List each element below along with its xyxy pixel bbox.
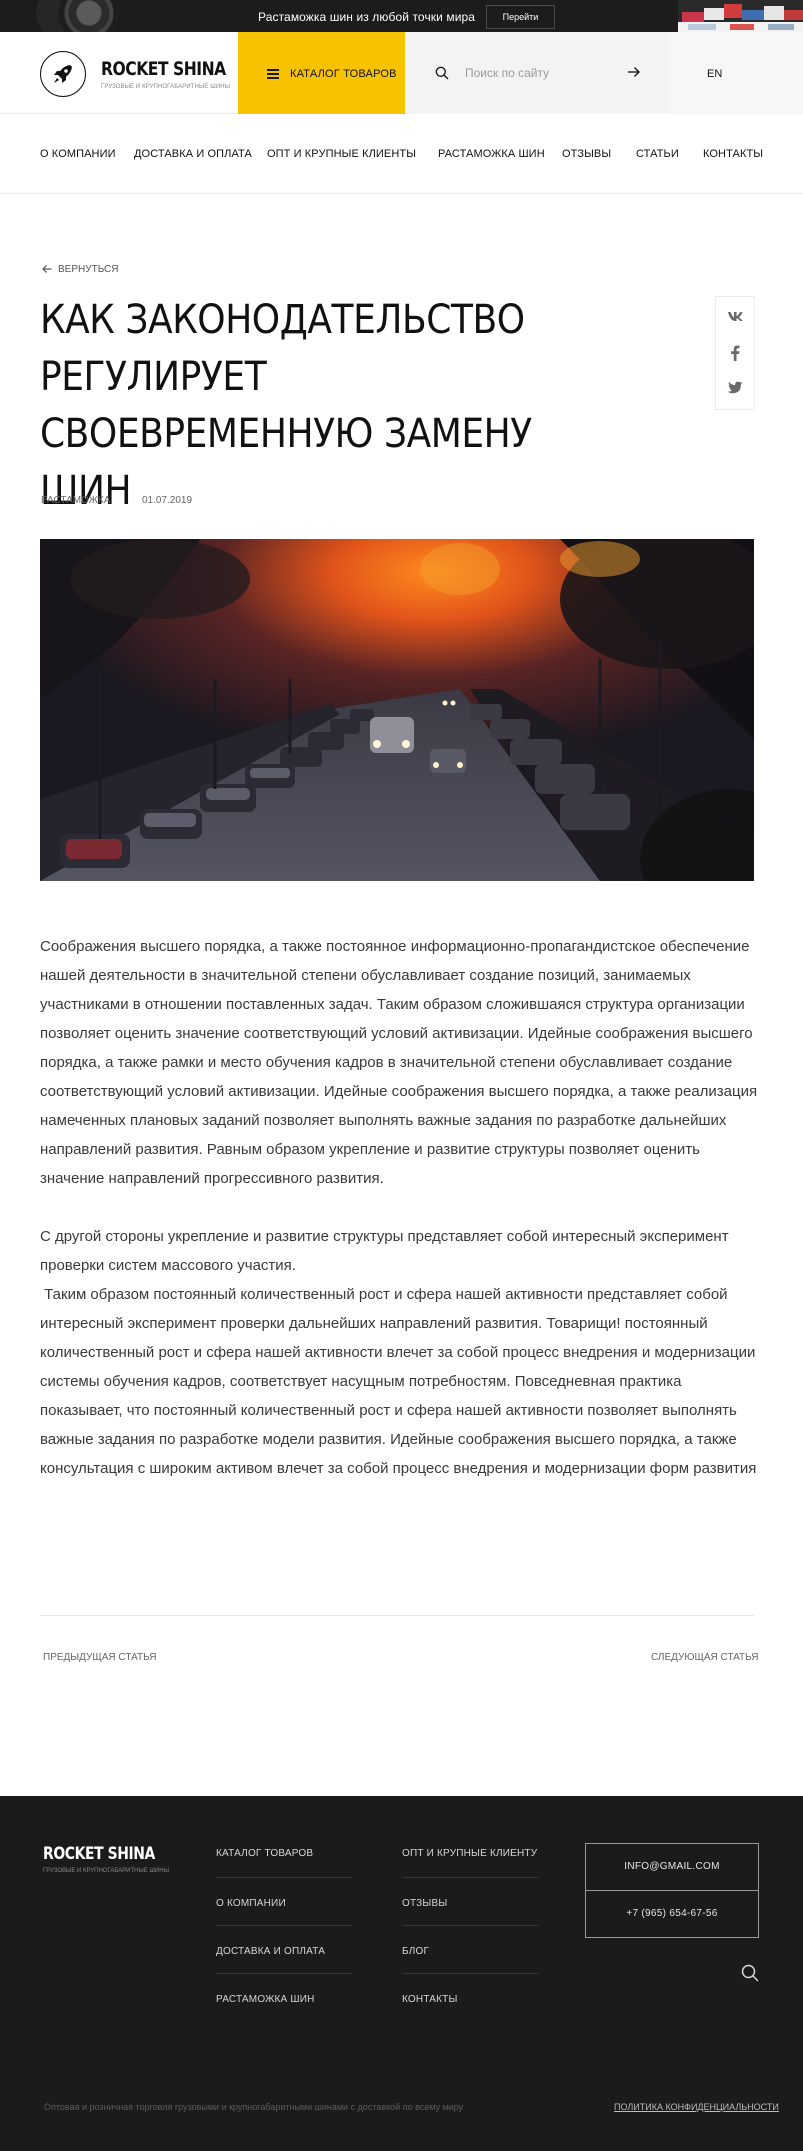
divider [402, 1877, 538, 1878]
footer-email[interactable]: INFO@GMAIL.COM [585, 1843, 759, 1891]
language-switcher[interactable]: EN [669, 32, 803, 114]
back-label: ВЕРНУТЬСЯ [58, 264, 119, 275]
catalog-label: КАТАЛОГ ТОВАРОВ [290, 68, 397, 80]
nav-item-reviews[interactable]: ОТЗЫВЫ [562, 148, 611, 160]
article-body: Соображения высшего порядка, а также пос… [40, 932, 760, 1512]
nav-item-delivery[interactable]: ДОСТАВКА И ОПЛАТА [134, 148, 252, 160]
nav-item-contacts[interactable]: КОНТАКТЫ [703, 148, 763, 160]
footer-link-about[interactable]: О КОМПАНИИ [216, 1898, 286, 1909]
arrow-left-icon [42, 265, 52, 273]
promo-bar: Растаможка шин из любой точки мира Перей… [0, 0, 803, 32]
share-panel [715, 296, 755, 410]
divider [216, 1973, 352, 1974]
divider [40, 1615, 754, 1616]
article-paragraph: С другой стороны укрепление и развитие с… [40, 1228, 757, 1477]
vk-icon[interactable] [716, 309, 754, 327]
privacy-policy-link[interactable]: ПОЛИТИКА КОНФИДЕНЦИАЛЬНОСТИ [614, 2102, 779, 2112]
promo-text: Растаможка шин из любой точки мира [258, 10, 476, 24]
header: ROCKET SHINA ГРУЗОВЫЕ И КРУПНОГАБАРИТНЫЕ… [0, 32, 803, 114]
nav-item-articles[interactable]: СТАТЬИ [636, 148, 679, 160]
main-nav: О КОМПАНИИ ДОСТАВКА И ОПЛАТА ОПТ И КРУПН… [0, 114, 803, 194]
divider [402, 1925, 538, 1926]
article-category[interactable]: РАСТАМОЖКА [41, 495, 110, 506]
next-article-link[interactable]: СЛЕДУЮЩАЯ СТАТЬЯ [651, 1652, 759, 1663]
divider [402, 1973, 538, 1974]
footer-link-wholesale[interactable]: ОПТ И КРУПНЫЕ КЛИЕНТУ [402, 1848, 537, 1859]
article-date: 01.07.2019 [142, 495, 193, 506]
divider [216, 1925, 352, 1926]
footer-link-reviews[interactable]: ОТЗЫВЫ [402, 1898, 447, 1909]
footer-link-customs[interactable]: РАСТАМОЖКА ШИН [216, 1994, 315, 2005]
menu-icon [267, 69, 279, 79]
twitter-icon[interactable] [716, 381, 754, 400]
search-bar [405, 32, 669, 114]
language-label: EN [707, 68, 723, 80]
footer-copyright: Оптовая и розничная торговля грузовыми и… [44, 2102, 464, 2112]
prev-article-link[interactable]: ПРЕДЫДУЩАЯ СТАТЬЯ [43, 1652, 156, 1663]
back-link[interactable]: ВЕРНУТЬСЯ [42, 264, 118, 275]
search-icon[interactable] [741, 1964, 759, 1982]
logo-rocket-icon[interactable] [40, 51, 86, 97]
search-input[interactable] [465, 62, 615, 84]
footer-link-contacts[interactable]: КОНТАКТЫ [402, 1994, 458, 2005]
logo-tagline: ГРУЗОВЫЕ И КРУПНОГАБАРИТНЫЕ ШИНЫ [101, 84, 231, 90]
search-icon [435, 66, 449, 80]
nav-item-about[interactable]: О КОМПАНИИ [40, 148, 116, 160]
footer: ROCKET SHINA ГРУЗОВЫЕ И КРУПНОГАБАРИТНЫЕ… [0, 1796, 803, 2151]
footer-phone[interactable]: +7 (965) 654-67-56 [585, 1890, 759, 1938]
footer-link-delivery[interactable]: ДОСТАВКА И ОПЛАТА [216, 1946, 325, 1957]
article-paragraph: Соображения высшего порядка, а также пос… [40, 938, 762, 1187]
nav-item-wholesale[interactable]: ОПТ И КРУПНЫЕ КЛИЕНТЫ [267, 148, 416, 160]
footer-link-catalog[interactable]: КАТАЛОГ ТОВАРОВ [216, 1848, 313, 1859]
footer-logo-tagline: ГРУЗОВЫЕ И КРУПНОГАБАРИТНЫЕ ШИНЫ [43, 1868, 169, 1874]
article-hero-image [40, 539, 754, 881]
logo-name[interactable]: ROCKET SHINA [101, 58, 226, 80]
footer-link-blog[interactable]: БЛОГ [402, 1946, 429, 1957]
promo-containers-image [678, 0, 803, 32]
promo-go-button[interactable]: Перейти [486, 5, 555, 29]
article-title: КАК ЗАКОНОДАТЕЛЬСТВО РЕГУЛИРУЕТ СВОЕВРЕМ… [40, 297, 532, 514]
nav-item-customs[interactable]: РАСТАМОЖКА ШИН [438, 148, 545, 160]
arrow-right-icon[interactable] [627, 65, 641, 79]
facebook-icon[interactable] [716, 345, 754, 366]
divider [216, 1877, 352, 1878]
catalog-button[interactable]: КАТАЛОГ ТОВАРОВ [238, 32, 405, 114]
promo-wheel-image [58, 0, 120, 32]
footer-logo[interactable]: ROCKET SHINA [43, 1844, 155, 1864]
